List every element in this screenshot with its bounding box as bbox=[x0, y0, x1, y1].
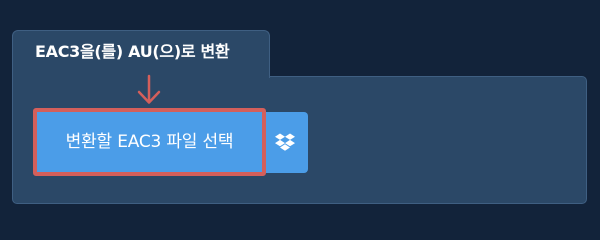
dropbox-button[interactable] bbox=[262, 112, 308, 173]
converter-title: EAC3을(를) AU(으)로 변환 bbox=[35, 42, 230, 61]
choose-file-button[interactable]: 변환할 EAC3 파일 선택 bbox=[33, 108, 266, 176]
converter-tab: EAC3을(를) AU(으)로 변환 bbox=[12, 30, 270, 78]
dropbox-icon bbox=[275, 133, 295, 151]
arrow-down-icon bbox=[137, 74, 161, 104]
